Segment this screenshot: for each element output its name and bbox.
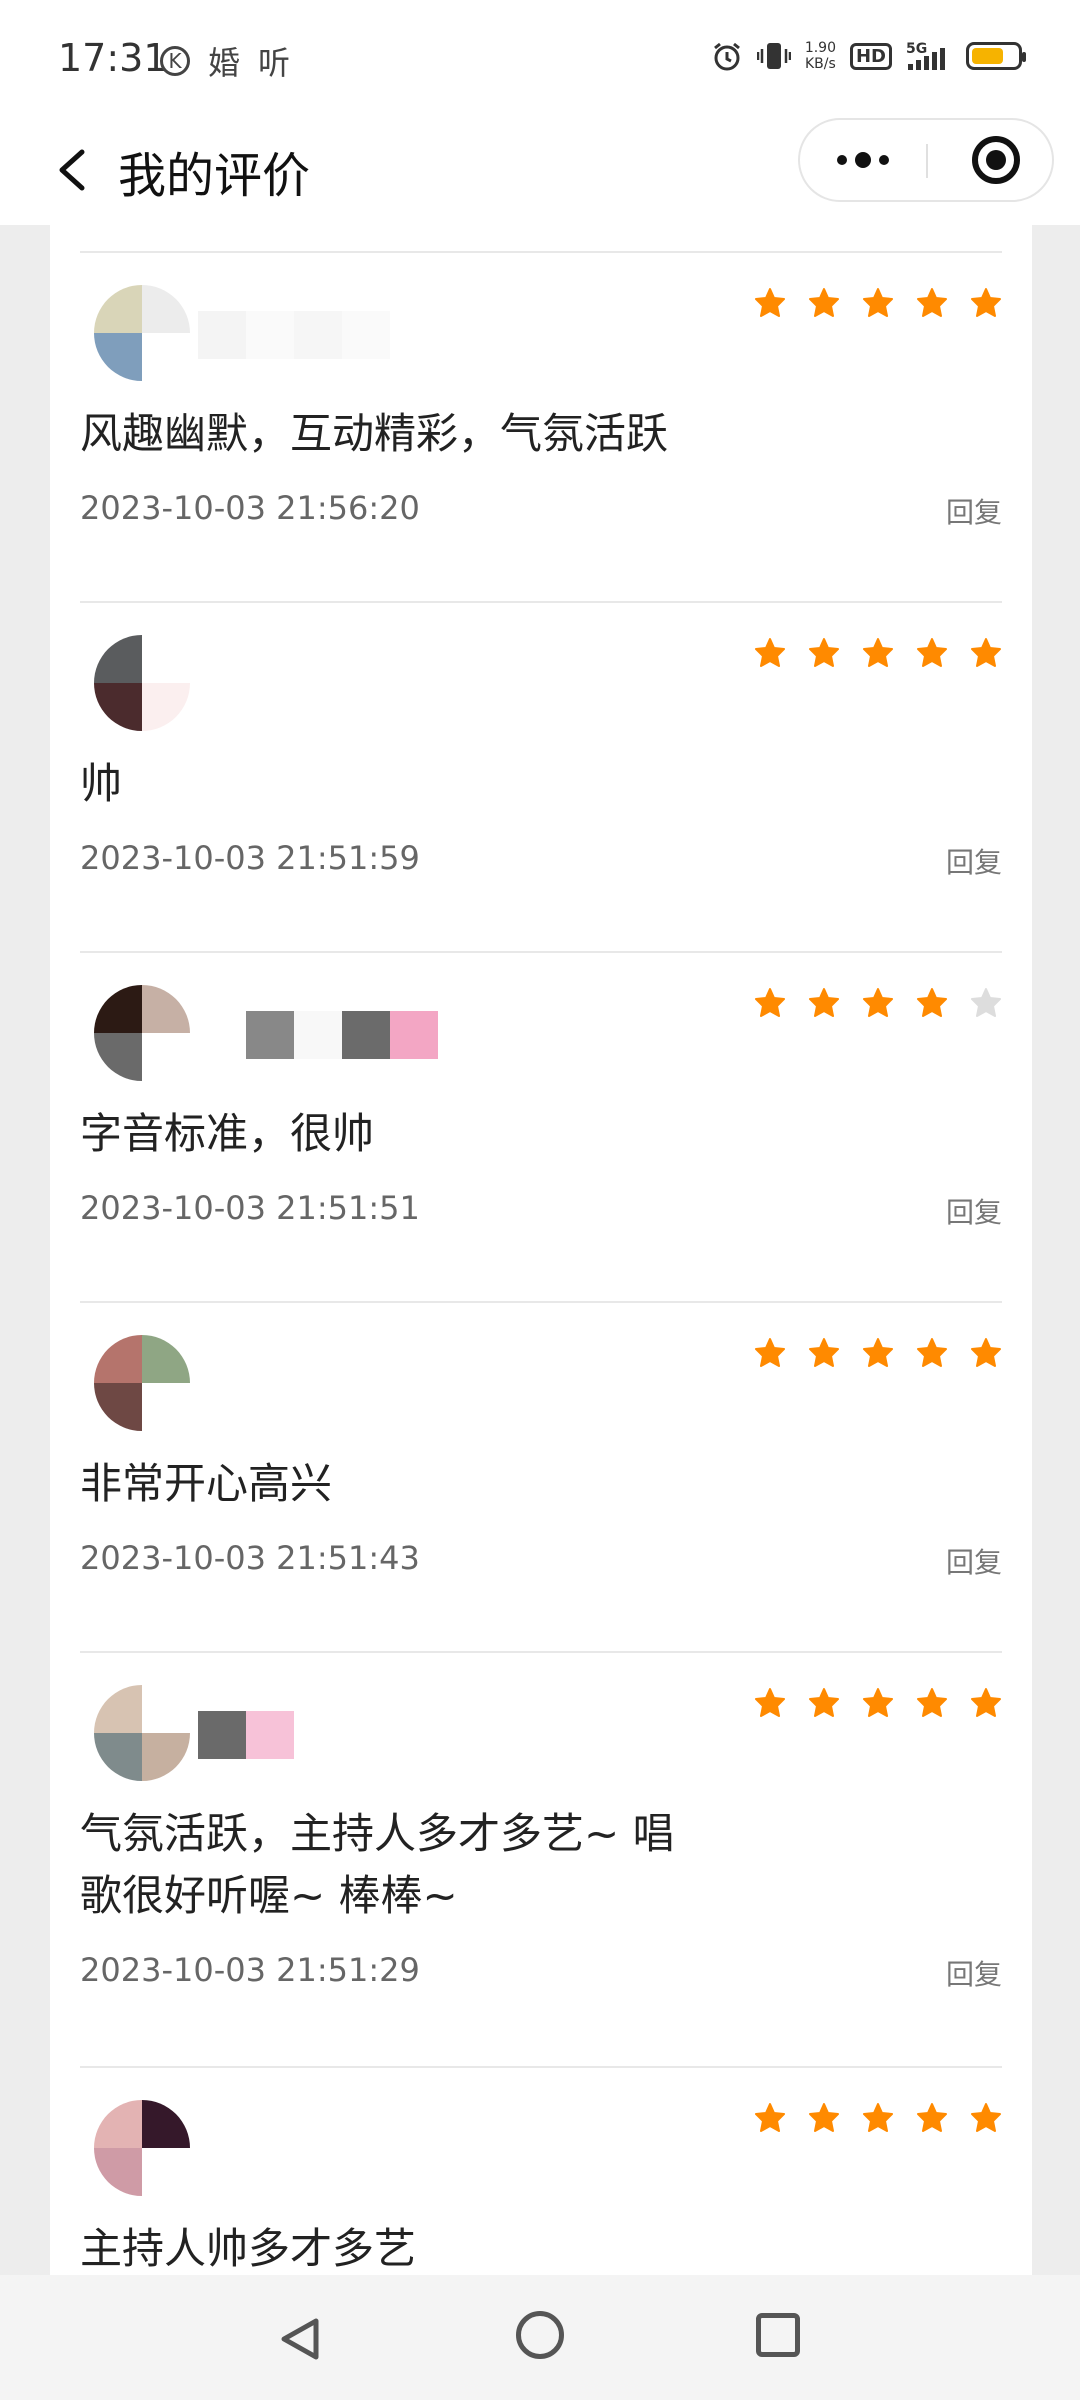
battery-icon [966, 42, 1026, 70]
reviewer-name-blurred [198, 1011, 438, 1059]
review-comment: 非常开心高兴 [80, 1459, 333, 1508]
nav-back-icon[interactable] [278, 2315, 322, 2363]
rating-stars [754, 1687, 1002, 1719]
alarm-icon [713, 42, 740, 71]
hd-badge: HD [849, 42, 892, 70]
reply-button[interactable]: 回复 [946, 841, 1002, 881]
more-dots-icon[interactable] [800, 120, 926, 200]
star-icon [971, 1338, 1001, 1367]
review-comment: 帅 [80, 759, 123, 808]
avatar[interactable] [94, 985, 190, 1081]
network-type: 5G [906, 41, 927, 57]
k-app-icon: K [160, 46, 190, 76]
reply-button[interactable]: 回复 [946, 1541, 1002, 1581]
star-icon [917, 288, 947, 317]
avatar[interactable] [94, 1335, 190, 1431]
review-comment: 气氛活跃，主持人多才多艺~ 唱歌很好听喔~ 棒棒~ [80, 1809, 675, 1920]
nav-recent-icon[interactable] [756, 2313, 800, 2357]
system-nav-bar [0, 2275, 1080, 2400]
star-icon [809, 1338, 839, 1367]
status-bar: 17:31 K 婚 听 1.90 KB/s HD 5G [0, 0, 1080, 110]
star-icon [755, 1688, 785, 1717]
star-icon [917, 638, 947, 667]
review-time: 2023-10-03 21:56:20 [80, 489, 420, 527]
star-icon [917, 2103, 947, 2132]
review-time: 2023-10-03 21:51:29 [80, 1951, 420, 1989]
target-close-icon[interactable] [972, 136, 1020, 184]
star-icon [755, 988, 785, 1017]
chevron-left-icon[interactable] [48, 140, 98, 200]
avatar[interactable] [94, 635, 190, 731]
rating-stars [754, 637, 1002, 669]
star-icon [971, 638, 1001, 667]
star-icon [917, 1338, 947, 1367]
nav-bar: 我的评价 [0, 110, 1080, 225]
star-icon [863, 1338, 893, 1367]
review-item: 帅 2023-10-03 21:51:59 回复 [80, 601, 1002, 953]
star-icon [755, 2103, 785, 2132]
rating-stars [754, 2102, 1002, 2134]
network-speed: 1.90 KB/s [804, 40, 836, 72]
star-icon [809, 1688, 839, 1717]
ting-app-icon: 听 [258, 44, 291, 82]
star-icon [917, 1688, 947, 1717]
signal-icon: 5G [906, 41, 945, 70]
avatar[interactable] [94, 2100, 190, 2196]
star-icon [755, 288, 785, 317]
miniprogram-capsule [798, 118, 1054, 202]
rating-stars [754, 287, 1002, 319]
reply-button[interactable]: 回复 [946, 1191, 1002, 1231]
star-icon [971, 1688, 1001, 1717]
star-icon [971, 988, 1001, 1017]
avatar[interactable] [94, 285, 190, 381]
review-item: 主持人帅多才多艺 [80, 2066, 1002, 2275]
review-comment: 字音标准，很帅 [80, 1109, 375, 1158]
review-item: 风趣幽默，互动精彩，气氛活跃 2023-10-03 21:56:20 回复 [80, 251, 1002, 603]
hun-app-icon: 婚 [208, 44, 241, 82]
rating-stars [754, 1337, 1002, 1369]
vibrate-icon [756, 43, 791, 69]
star-icon [971, 2103, 1001, 2132]
reviewer-name-blurred [198, 1711, 294, 1759]
star-icon [809, 2103, 839, 2132]
star-icon [755, 638, 785, 667]
star-icon [755, 1338, 785, 1367]
star-icon [809, 988, 839, 1017]
review-time: 2023-10-03 21:51:43 [80, 1539, 420, 1577]
status-time: 17:31 [58, 36, 168, 80]
review-item: 气氛活跃，主持人多才多艺~ 唱歌很好听喔~ 棒棒~ 2023-10-03 21:5… [80, 1651, 1002, 2068]
nav-home-icon[interactable] [516, 2311, 564, 2359]
reply-button[interactable]: 回复 [946, 491, 1002, 531]
reviewer-name-blurred [198, 311, 390, 359]
star-icon [971, 288, 1001, 317]
star-icon [863, 988, 893, 1017]
battery-level [972, 48, 1003, 64]
review-comment: 主持人帅多才多艺 [80, 2224, 417, 2273]
reply-button[interactable]: 回复 [946, 1953, 1002, 1993]
status-right-icons: 1.90 KB/s HD 5G [711, 40, 1026, 72]
review-list[interactable]: 风趣幽默，互动精彩，气氛活跃 2023-10-03 21:56:20 回复帅 2023… [50, 225, 1032, 2275]
avatar[interactable] [94, 1685, 190, 1781]
review-item: 非常开心高兴 2023-10-03 21:51:43 回复 [80, 1301, 1002, 1653]
star-icon [863, 638, 893, 667]
star-icon [917, 988, 947, 1017]
status-left-icons: K 婚 听 [160, 38, 290, 84]
star-icon [863, 1688, 893, 1717]
star-icon [809, 638, 839, 667]
rating-stars [754, 987, 1002, 1019]
review-comment: 风趣幽默，互动精彩，气氛活跃 [80, 409, 669, 458]
review-item: 字音标准，很帅 2023-10-03 21:51:51 回复 [80, 951, 1002, 1303]
page-title: 我的评价 [118, 148, 311, 204]
star-icon [809, 288, 839, 317]
review-time: 2023-10-03 21:51:51 [80, 1189, 420, 1227]
star-icon [863, 2103, 893, 2132]
review-time: 2023-10-03 21:51:59 [80, 839, 420, 877]
star-icon [863, 288, 893, 317]
capsule-divider [926, 144, 928, 178]
